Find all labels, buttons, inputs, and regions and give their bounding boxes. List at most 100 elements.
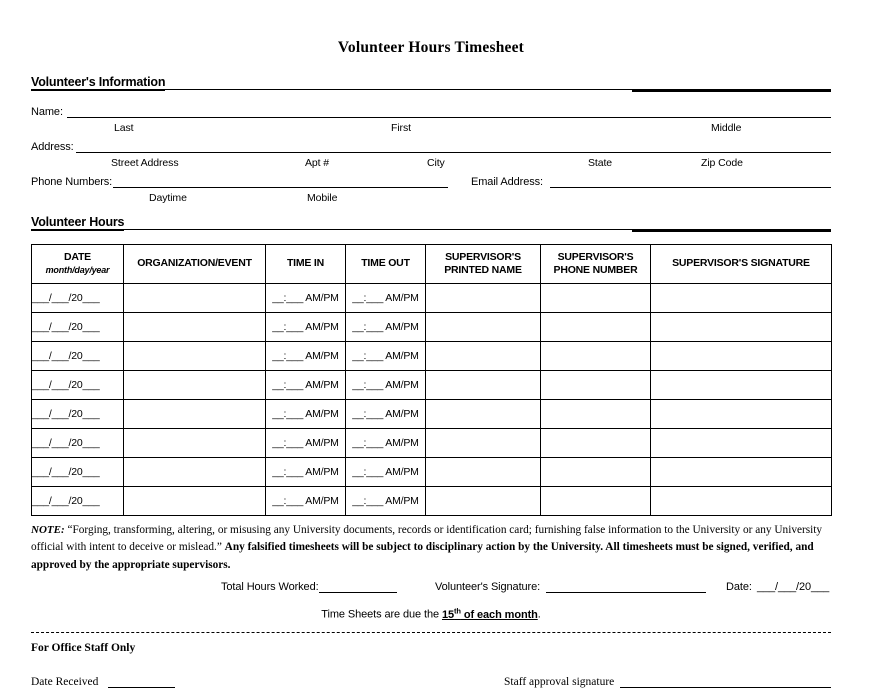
footer-date-label: Date: [726,581,752,593]
page-title: Volunteer Hours Timesheet [337,39,525,56]
cell-date[interactable]: ___/___/20___ [31,456,124,487]
cell-organization-event[interactable] [123,369,266,400]
cell-supervisor-printed-name[interactable] [425,456,541,487]
section-rule-thick [632,88,831,92]
due-emphasis: 15th of each month [441,606,538,621]
cell-supervisor-phone-number[interactable] [540,456,651,487]
cell-time-out[interactable]: __:___ AM/PM [345,456,426,487]
cell-supervisor-printed-name[interactable] [425,311,541,342]
cell-supervisor-signature[interactable] [650,456,832,487]
cell-organization-event[interactable] [123,398,266,429]
staff-approval-signature-input-line[interactable] [620,686,831,688]
cell-supervisor-phone-number[interactable] [540,282,651,313]
sublabel-street-address: Street Address [111,156,179,169]
address-input-line[interactable] [76,151,831,153]
due-ordinal-suffix: th [454,606,461,615]
cell-time-out[interactable]: __:___ AM/PM [345,485,426,516]
phone-sublabels: Daytime Mobile [31,192,831,206]
cell-organization-event[interactable] [123,427,266,458]
table-row: ___/___/20___ __:___ AM/PM __:___ AM/PM [31,340,832,371]
due-day: 15 [441,608,455,621]
cell-time-in[interactable]: __:___ AM/PM [265,282,346,313]
column-header-time-in: TIME IN [265,243,346,284]
cell-date[interactable]: ___/___/20___ [31,398,124,429]
sublabel-middle: Middle [711,121,742,134]
note-lead: NOTE: [31,523,65,536]
sublabel-zip-code: Zip Code [701,156,743,169]
cell-time-out[interactable]: __:___ AM/PM [345,311,426,342]
cell-date[interactable]: ___/___/20___ [31,340,124,371]
cell-supervisor-printed-name[interactable] [425,485,541,516]
cell-supervisor-signature[interactable] [650,398,832,429]
cell-time-out[interactable]: __:___ AM/PM [345,398,426,429]
cell-supervisor-signature[interactable] [650,427,832,458]
sublabel-mobile: Mobile [307,191,338,204]
staff-approval-signature-label: Staff approval signature [504,675,615,688]
cell-organization-event[interactable] [123,340,266,371]
volunteer-signature-input-line[interactable] [546,592,706,593]
name-label: Name: [31,105,63,118]
cell-supervisor-printed-name[interactable] [425,398,541,429]
cell-supervisor-phone-number[interactable] [540,427,651,458]
cell-date[interactable]: ___/___/20___ [31,282,124,313]
sublabel-last: Last [114,121,134,134]
cell-supervisor-signature[interactable] [650,485,832,516]
cell-organization-event[interactable] [123,456,266,487]
section-volunteer-information: Volunteer's Information [31,73,831,93]
cell-organization-event[interactable] [123,485,266,516]
cell-time-in[interactable]: __:___ AM/PM [265,485,346,516]
email-address-label: Email Address: [471,175,543,188]
cell-supervisor-printed-name[interactable] [425,340,541,371]
cell-time-out[interactable]: __:___ AM/PM [345,369,426,400]
cell-time-in[interactable]: __:___ AM/PM [265,456,346,487]
table-row: ___/___/20___ __:___ AM/PM __:___ AM/PM [31,311,832,342]
cell-supervisor-signature[interactable] [650,282,832,313]
email-input-line[interactable] [550,186,831,188]
date-received-input-line[interactable] [108,686,175,688]
name-input-line[interactable] [67,116,831,118]
cell-organization-event[interactable] [123,311,266,342]
cell-time-out[interactable]: __:___ AM/PM [345,282,426,313]
phone-input-line[interactable] [113,186,448,188]
cell-time-in[interactable]: __:___ AM/PM [265,340,346,371]
table-row: ___/___/20___ __:___ AM/PM __:___ AM/PM [31,485,832,516]
table-header-row: DATE month/day/year ORGANIZATION/EVENT T… [31,243,832,284]
office-staff-heading: For Office Staff Only [31,641,136,654]
name-sublabels: Last First Middle [31,122,831,136]
cell-date[interactable]: ___/___/20___ [31,485,124,516]
date-received-label: Date Received [31,675,99,688]
cell-supervisor-phone-number[interactable] [540,340,651,371]
cell-time-out[interactable]: __:___ AM/PM [345,340,426,371]
cell-time-in[interactable]: __:___ AM/PM [265,427,346,458]
cell-supervisor-phone-number[interactable] [540,485,651,516]
cell-date[interactable]: ___/___/20___ [31,369,124,400]
cell-supervisor-phone-number[interactable] [540,311,651,342]
cell-time-in[interactable]: __:___ AM/PM [265,398,346,429]
footer-date-placeholder[interactable]: ___/___/20___ [757,581,829,593]
cell-supervisor-printed-name[interactable] [425,369,541,400]
cell-date[interactable]: ___/___/20___ [31,311,124,342]
cell-time-out[interactable]: __:___ AM/PM [345,427,426,458]
cell-supervisor-printed-name[interactable] [425,427,541,458]
sublabel-apt: Apt # [305,156,330,169]
cell-supervisor-signature[interactable] [650,340,832,371]
table-row: ___/___/20___ __:___ AM/PM __:___ AM/PM [31,369,832,400]
section-volunteer-hours: Volunteer Hours [31,213,831,233]
cell-supervisor-phone-number[interactable] [540,369,651,400]
cell-time-in[interactable]: __:___ AM/PM [265,369,346,400]
column-header-date-sub: month/day/year [45,264,110,275]
cell-organization-event[interactable] [123,282,266,313]
sublabel-city: City [427,156,445,169]
cell-supervisor-signature[interactable] [650,311,832,342]
cell-supervisor-signature[interactable] [650,369,832,400]
cell-time-in[interactable]: __:___ AM/PM [265,311,346,342]
cell-supervisor-phone-number[interactable] [540,398,651,429]
total-hours-input-line[interactable] [319,592,397,593]
cell-date[interactable]: ___/___/20___ [31,427,124,458]
sublabel-first: First [391,121,411,134]
cell-supervisor-printed-name[interactable] [425,282,541,313]
section-rule-thick [632,228,831,232]
due-suffix: of each month [460,608,538,621]
address-field-row: Address: [31,138,831,155]
phone-numbers-label: Phone Numbers: [31,175,113,188]
